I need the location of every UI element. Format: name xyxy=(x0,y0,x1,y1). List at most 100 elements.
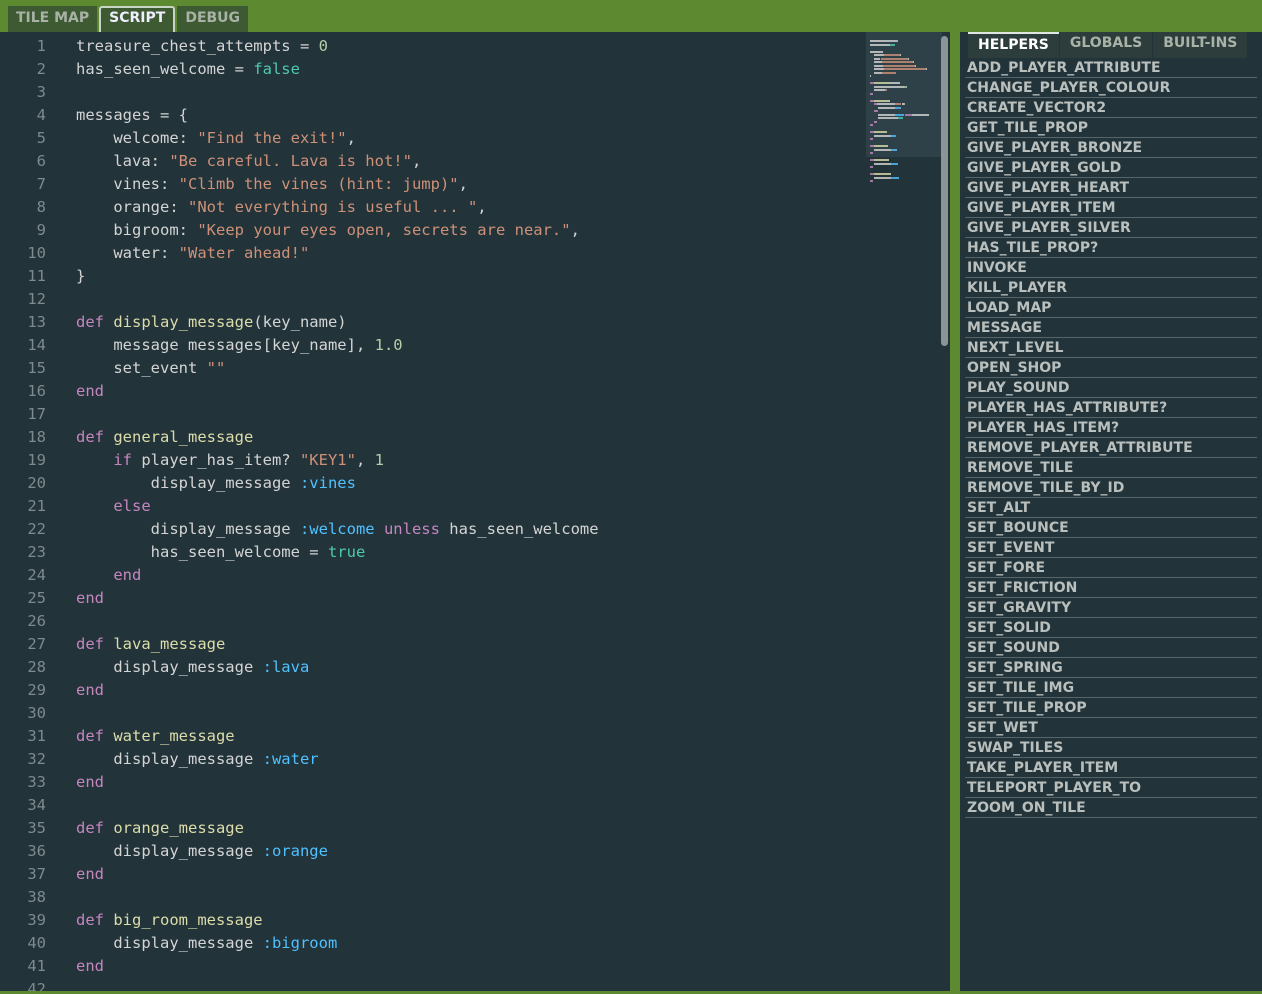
code-line[interactable]: 24 end xyxy=(0,564,141,587)
helper-item[interactable]: OPEN_SHOP xyxy=(965,358,1257,378)
helper-item[interactable]: SET_TILE_IMG xyxy=(965,678,1257,698)
helper-item[interactable]: KILL_PLAYER xyxy=(965,278,1257,298)
code-line[interactable]: 18 def general_message xyxy=(0,426,253,449)
helper-item[interactable]: SET_FRICTION xyxy=(965,578,1257,598)
code-token: "Water ahead!" xyxy=(178,244,310,262)
helper-item[interactable]: ZOOM_ON_TILE xyxy=(965,798,1257,818)
helper-item[interactable]: GIVE_PLAYER_ITEM xyxy=(965,198,1257,218)
code-line[interactable]: 7 vines: "Climb the vines (hint: jump)", xyxy=(0,173,468,196)
code-line[interactable]: 33 end xyxy=(0,771,104,794)
helper-item[interactable]: SET_EVENT xyxy=(965,538,1257,558)
helper-item[interactable]: SET_WET xyxy=(965,718,1257,738)
helper-item[interactable]: PLAYER_HAS_ATTRIBUTE? xyxy=(965,398,1257,418)
editor-scrollbar[interactable] xyxy=(941,36,948,346)
helper-item[interactable]: SET_ALT xyxy=(965,498,1257,518)
helper-item[interactable]: ADD_PLAYER_ATTRIBUTE xyxy=(965,58,1257,78)
minimap-mark xyxy=(913,61,915,63)
code-line[interactable]: 10 water: "Water ahead!" xyxy=(0,242,309,265)
code-line[interactable]: 36 display_message :orange xyxy=(0,840,328,863)
code-line[interactable]: 31 def water_message xyxy=(0,725,234,748)
helper-item[interactable]: TELEPORT_PLAYER_TO xyxy=(965,778,1257,798)
helper-item[interactable]: PLAY_SOUND xyxy=(965,378,1257,398)
code-line[interactable]: 17 xyxy=(0,403,76,426)
code-line[interactable]: 16 end xyxy=(0,380,104,403)
code-line[interactable]: 23 has_seen_welcome = true xyxy=(0,541,365,564)
minimap-mark xyxy=(874,68,884,70)
helper-item[interactable]: CHANGE_PLAYER_COLOUR xyxy=(965,78,1257,98)
helper-item[interactable]: GIVE_PLAYER_HEART xyxy=(965,178,1257,198)
helper-item[interactable]: REMOVE_TILE_BY_ID xyxy=(965,478,1257,498)
panel-tab-helpers[interactable]: HELPERS xyxy=(968,32,1059,58)
code-line[interactable]: 15 set_event "" xyxy=(0,357,225,380)
tab-script[interactable]: SCRIPT xyxy=(99,6,176,32)
helper-item[interactable]: SET_TILE_PROP xyxy=(965,698,1257,718)
code-line[interactable]: 29 end xyxy=(0,679,104,702)
helper-item[interactable]: PLAYER_HAS_ITEM? xyxy=(965,418,1257,438)
code-line[interactable]: 40 display_message :bigroom xyxy=(0,932,337,955)
code-line[interactable]: 34 xyxy=(0,794,76,817)
helper-item[interactable]: GIVE_PLAYER_BRONZE xyxy=(965,138,1257,158)
helper-item[interactable]: REMOVE_PLAYER_ATTRIBUTE xyxy=(965,438,1257,458)
code-line[interactable]: 4 messages = { xyxy=(0,104,188,127)
code-line[interactable]: 25 end xyxy=(0,587,104,610)
code-line[interactable]: 3 xyxy=(0,81,76,104)
code-line[interactable]: 22 display_message :welcome unless has_s… xyxy=(0,518,598,541)
code-line[interactable]: 8 orange: "Not everything is useful ... … xyxy=(0,196,487,219)
helper-item[interactable]: SWAP_TILES xyxy=(965,738,1257,758)
code-line[interactable]: 28 display_message :lava xyxy=(0,656,309,679)
code-editor[interactable]: 1 treasure_chest_attempts = 0 2 has_seen_we… xyxy=(0,32,950,992)
code-line[interactable]: 20 display_message :vines xyxy=(0,472,356,495)
code-line[interactable]: 11} xyxy=(0,265,85,288)
code-line[interactable]: 6 lava: "Be careful. Lava is hot!", xyxy=(0,150,422,173)
helper-item[interactable]: GIVE_PLAYER_SILVER xyxy=(965,218,1257,238)
code-line[interactable]: 1 treasure_chest_attempts = 0 xyxy=(0,35,328,58)
helper-item[interactable]: LOAD_MAP xyxy=(965,298,1257,318)
tab-debug[interactable]: DEBUG xyxy=(177,6,249,32)
code-line[interactable]: 27 def lava_message xyxy=(0,633,225,656)
code-line[interactable]: 12 xyxy=(0,288,76,311)
code-line[interactable]: 9 bigroom: "Keep your eyes open, secrets… xyxy=(0,219,580,242)
code-line[interactable]: 32 display_message :water xyxy=(0,748,318,771)
helper-item[interactable]: HAS_TILE_PROP? xyxy=(965,238,1257,258)
tab-tile-map[interactable]: TILE MAP xyxy=(8,6,98,32)
helper-item[interactable]: SET_SOLID xyxy=(965,618,1257,638)
helper-item[interactable]: CREATE_VECTOR2 xyxy=(965,98,1257,118)
code-line[interactable]: 2 has_seen_welcome = false xyxy=(0,58,300,81)
code-line[interactable]: 35 def orange_message xyxy=(0,817,244,840)
helper-item[interactable]: SET_SPRING xyxy=(965,658,1257,678)
minimap[interactable] xyxy=(866,32,942,182)
helper-item[interactable]: GET_TILE_PROP xyxy=(965,118,1257,138)
code-line[interactable]: 21 else xyxy=(0,495,150,518)
code-line[interactable]: 13 def display_message(key_name) xyxy=(0,311,346,334)
helper-item[interactable]: REMOVE_TILE xyxy=(965,458,1257,478)
code-line[interactable]: 26 xyxy=(0,610,76,633)
code-line[interactable]: 19 if player_has_item? "KEY1", 1 xyxy=(0,449,384,472)
helper-item[interactable]: SET_GRAVITY xyxy=(965,598,1257,618)
code-line[interactable]: 37 end xyxy=(0,863,104,886)
panel-tab-globals[interactable]: GLOBALS xyxy=(1059,32,1153,58)
helper-item[interactable]: SET_SOUND xyxy=(965,638,1257,658)
code-line[interactable]: 14 message messages[key_name], 1.0 xyxy=(0,334,402,357)
helper-item[interactable]: TAKE_PLAYER_ITEM xyxy=(965,758,1257,778)
code-token: 0 xyxy=(318,37,328,55)
code-line[interactable]: 5 welcome: "Find the exit!", xyxy=(0,127,356,150)
panel-tab-built-ins[interactable]: BUILT-INS xyxy=(1153,32,1248,58)
helper-item[interactable]: GIVE_PLAYER_GOLD xyxy=(965,158,1257,178)
line-number: 40 xyxy=(27,934,46,952)
helper-item[interactable]: SET_FORE xyxy=(965,558,1257,578)
code-line[interactable]: 30 xyxy=(0,702,76,725)
helper-item[interactable]: INVOKE xyxy=(965,258,1257,278)
helper-item[interactable]: MESSAGE xyxy=(965,318,1257,338)
minimap-mark xyxy=(874,176,891,179)
code-line[interactable]: 41 end xyxy=(0,955,104,978)
helper-item[interactable]: NEXT_LEVEL xyxy=(965,338,1257,358)
code-token: , xyxy=(477,198,487,216)
code-token: def xyxy=(76,635,114,653)
minimap-mark xyxy=(881,61,914,63)
code-token: :lava xyxy=(262,658,310,676)
code-line[interactable]: 38 xyxy=(0,886,76,909)
line-number: 34 xyxy=(27,796,46,814)
helper-item[interactable]: SET_BOUNCE xyxy=(965,518,1257,538)
code-line[interactable]: 42 xyxy=(0,978,76,992)
code-line[interactable]: 39 def big_room_message xyxy=(0,909,262,932)
